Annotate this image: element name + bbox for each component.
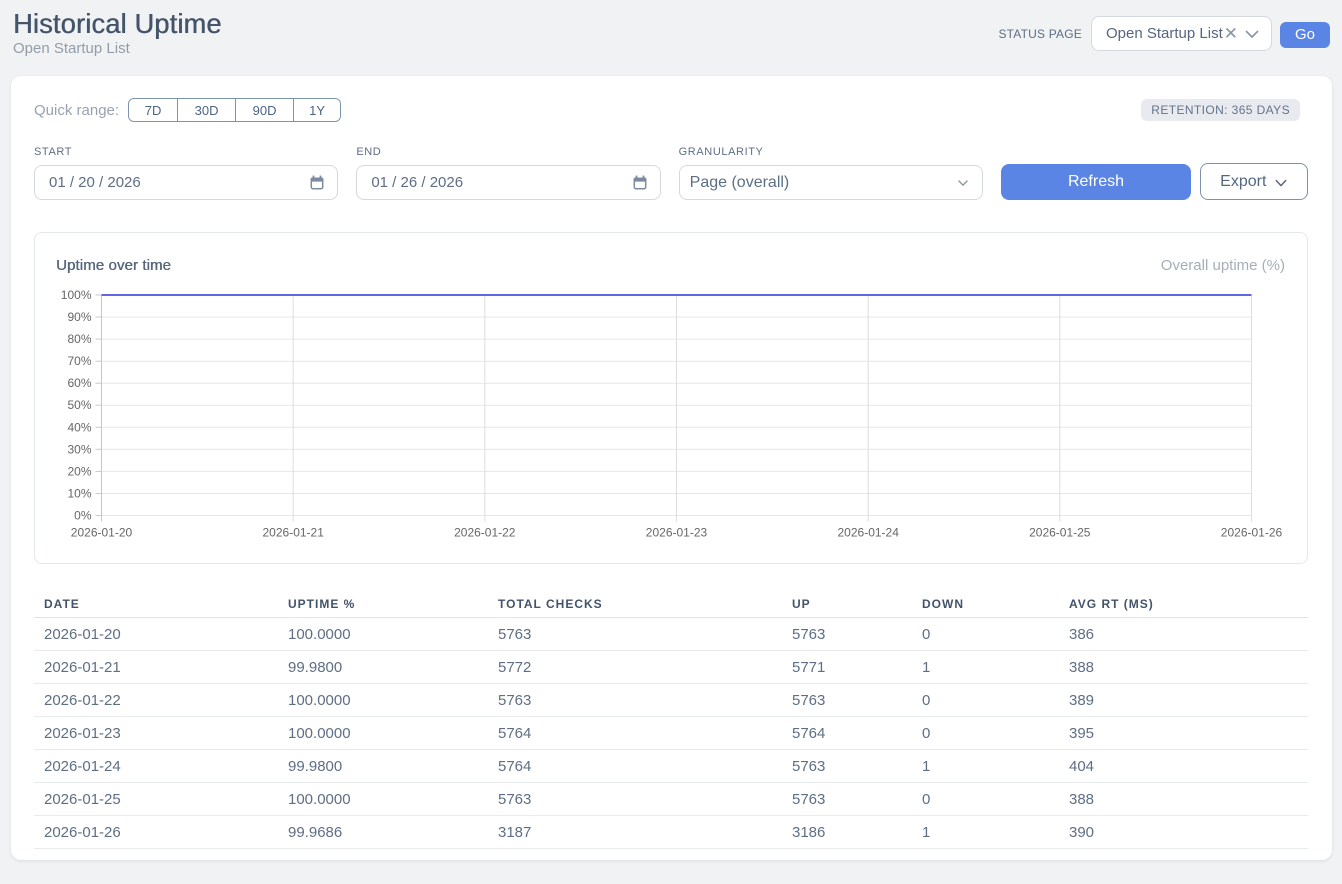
- svg-text:100%: 100%: [61, 288, 92, 302]
- svg-text:40%: 40%: [67, 420, 91, 434]
- svg-text:2026-01-23: 2026-01-23: [646, 526, 708, 540]
- svg-text:60%: 60%: [67, 376, 91, 390]
- svg-text:20%: 20%: [67, 464, 91, 478]
- svg-text:2026-01-20: 2026-01-20: [71, 526, 133, 540]
- svg-text:2026-01-26: 2026-01-26: [1221, 526, 1283, 540]
- svg-text:80%: 80%: [67, 332, 91, 346]
- svg-text:90%: 90%: [67, 310, 91, 324]
- svg-text:50%: 50%: [67, 398, 91, 412]
- svg-text:0%: 0%: [74, 509, 92, 523]
- svg-text:2026-01-21: 2026-01-21: [263, 526, 325, 540]
- svg-text:2026-01-24: 2026-01-24: [838, 526, 900, 540]
- svg-text:2026-01-22: 2026-01-22: [454, 526, 516, 540]
- svg-text:2026-01-25: 2026-01-25: [1029, 526, 1091, 540]
- svg-text:10%: 10%: [67, 487, 91, 501]
- svg-text:30%: 30%: [67, 442, 91, 456]
- svg-text:70%: 70%: [67, 354, 91, 368]
